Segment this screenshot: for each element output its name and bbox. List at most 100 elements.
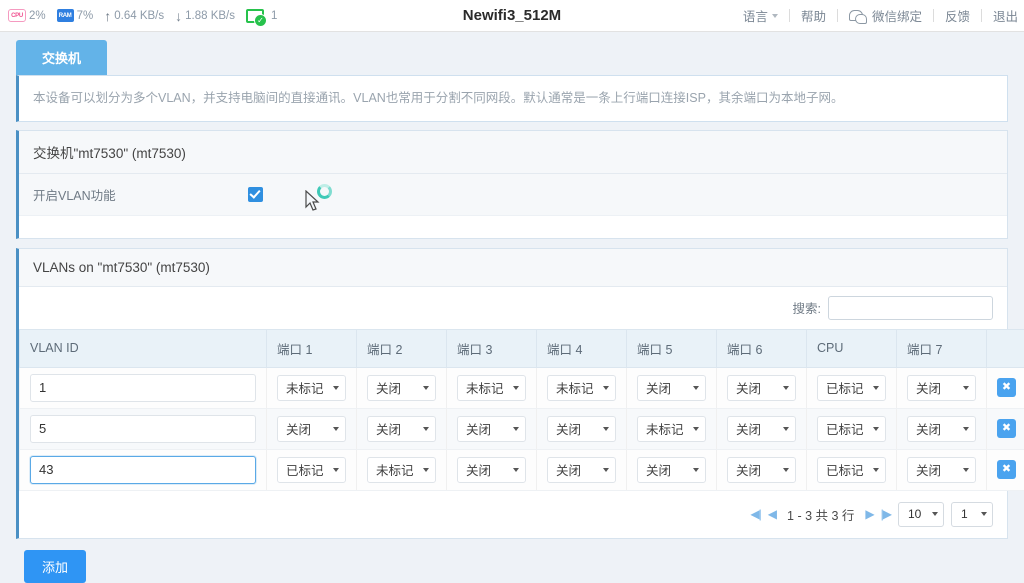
- port-state-select[interactable]: 未标记: [637, 416, 706, 442]
- switch-card: 交换机"mt7530" (mt7530) 开启VLAN功能: [16, 130, 1008, 239]
- cell-port-state: 关闭: [357, 367, 447, 408]
- vlan-enable-row: 开启VLAN功能: [19, 174, 1007, 216]
- connected-device-icon: [246, 9, 264, 23]
- cell-port-state: 已标记: [807, 408, 897, 449]
- port-state-select[interactable]: 未标记: [277, 375, 346, 401]
- port-state-select[interactable]: 关闭: [907, 457, 976, 483]
- port-state-select[interactable]: 已标记: [817, 416, 886, 442]
- port-state-select[interactable]: 未标记: [457, 375, 526, 401]
- col-actions: [987, 329, 1024, 367]
- cell-port-state: 未标记: [537, 367, 627, 408]
- port-state-select[interactable]: 未标记: [547, 375, 616, 401]
- stat-ram: RAM 7%: [57, 9, 94, 22]
- port-state-select[interactable]: 已标记: [817, 457, 886, 483]
- port-state-select[interactable]: 关闭: [457, 457, 526, 483]
- port-state-value: 关闭: [466, 460, 491, 479]
- vlan-table: VLAN ID 端口 1 端口 2 端口 3 端口 4 端口 5 端口 6 CP…: [19, 329, 1024, 491]
- page-number-select[interactable]: 1: [951, 502, 993, 527]
- port-state-select[interactable]: 关闭: [727, 416, 796, 442]
- port-state-select[interactable]: 关闭: [547, 416, 616, 442]
- chevron-down-icon: [513, 427, 519, 431]
- port-state-select[interactable]: 关闭: [907, 416, 976, 442]
- menu-help-label: 帮助: [801, 6, 826, 25]
- chevron-down-icon: [963, 386, 969, 390]
- pagination: ◀| ◀ 1 - 3 共 3 行 ▶ |▶ 10 1: [19, 491, 1007, 538]
- port-state-select[interactable]: 关闭: [457, 416, 526, 442]
- cell-port-state: 关闭: [267, 408, 357, 449]
- chevron-down-icon: [873, 427, 879, 431]
- ram-value: 7%: [77, 10, 94, 22]
- port-state-value: 关闭: [556, 419, 581, 438]
- cell-actions: ✖: [987, 449, 1024, 490]
- chevron-down-icon: [333, 386, 339, 390]
- col-port-6: 端口 6: [717, 329, 807, 367]
- port-state-select[interactable]: 关闭: [367, 375, 436, 401]
- port-state-select[interactable]: 关闭: [907, 375, 976, 401]
- chevron-down-icon: [333, 468, 339, 472]
- wechat-icon: [849, 10, 863, 21]
- delete-row-button[interactable]: ✖: [997, 378, 1016, 397]
- chevron-down-icon: [513, 468, 519, 472]
- search-row: 搜索:: [19, 287, 1007, 329]
- port-state-select[interactable]: 关闭: [637, 457, 706, 483]
- port-state-select[interactable]: 关闭: [547, 457, 616, 483]
- switch-card-title: 交换机"mt7530" (mt7530): [19, 131, 1007, 174]
- cell-port-state: 已标记: [807, 449, 897, 490]
- description-panel: 本设备可以划分为多个VLAN，并支持电脑间的直接通讯。VLAN也常用于分割不同网…: [16, 75, 1008, 122]
- port-state-value: 未标记: [556, 378, 594, 397]
- port-state-value: 未标记: [466, 378, 504, 397]
- port-state-select[interactable]: 关闭: [637, 375, 706, 401]
- port-state-value: 关闭: [376, 378, 401, 397]
- chevron-down-icon: [873, 468, 879, 472]
- page-size-select[interactable]: 10: [898, 502, 944, 527]
- menu-help[interactable]: 帮助: [790, 6, 837, 25]
- cell-port-state: 关闭: [447, 408, 537, 449]
- description-text: 本设备可以划分为多个VLAN，并支持电脑间的直接通讯。VLAN也常用于分割不同网…: [33, 91, 843, 105]
- tab-switch[interactable]: 交换机: [16, 40, 107, 75]
- cell-port-state: 关闭: [717, 449, 807, 490]
- chevron-down-icon: [693, 386, 699, 390]
- pagination-first-button[interactable]: ◀|: [750, 507, 760, 521]
- cell-port-state: 未标记: [627, 408, 717, 449]
- menu-wechat-bind[interactable]: 微信绑定: [838, 6, 933, 25]
- vlan-id-input[interactable]: [30, 456, 256, 484]
- port-state-value: 关闭: [646, 378, 671, 397]
- pagination-next-button[interactable]: ▶: [865, 507, 873, 521]
- chevron-down-icon: [423, 386, 429, 390]
- col-vlan-id: VLAN ID: [20, 329, 267, 367]
- table-row: 关闭关闭关闭关闭未标记关闭已标记关闭✖: [20, 408, 1024, 449]
- search-input[interactable]: [828, 296, 993, 320]
- port-state-select[interactable]: 关闭: [727, 375, 796, 401]
- menu-language[interactable]: 语言: [732, 6, 789, 25]
- col-port-1: 端口 1: [267, 329, 357, 367]
- add-button-wrap: 添加: [8, 539, 1016, 583]
- port-state-select[interactable]: 关闭: [367, 416, 436, 442]
- cell-port-state: 已标记: [267, 449, 357, 490]
- menu-feedback-label: 反馈: [945, 6, 970, 25]
- add-vlan-button[interactable]: 添加: [24, 550, 86, 583]
- port-state-value: 关闭: [916, 460, 941, 479]
- table-header-row: VLAN ID 端口 1 端口 2 端口 3 端口 4 端口 5 端口 6 CP…: [20, 329, 1024, 367]
- menu-feedback[interactable]: 反馈: [934, 6, 981, 25]
- pagination-last-button[interactable]: |▶: [881, 507, 891, 521]
- port-state-select[interactable]: 已标记: [817, 375, 886, 401]
- vlan-id-input[interactable]: [30, 374, 256, 402]
- port-state-select[interactable]: 关闭: [727, 457, 796, 483]
- port-state-select[interactable]: 关闭: [277, 416, 346, 442]
- cell-port-state: 未标记: [267, 367, 357, 408]
- vlan-id-input[interactable]: [30, 415, 256, 443]
- menu-logout[interactable]: 退出: [982, 6, 1020, 25]
- vlan-table-title: VLANs on "mt7530" (mt7530): [19, 249, 1007, 287]
- cell-port-state: 关闭: [897, 449, 987, 490]
- cell-port-state: 关闭: [627, 449, 717, 490]
- port-state-value: 已标记: [826, 460, 864, 479]
- port-state-select[interactable]: 未标记: [367, 457, 436, 483]
- port-state-select[interactable]: 已标记: [277, 457, 346, 483]
- vlan-enable-checkbox[interactable]: [248, 187, 263, 202]
- pagination-prev-button[interactable]: ◀: [768, 507, 776, 521]
- port-state-value: 关闭: [556, 460, 581, 479]
- cell-port-state: 关闭: [357, 408, 447, 449]
- card-footer-spacer: [19, 216, 1007, 238]
- delete-row-button[interactable]: ✖: [997, 419, 1016, 438]
- delete-row-button[interactable]: ✖: [997, 460, 1016, 479]
